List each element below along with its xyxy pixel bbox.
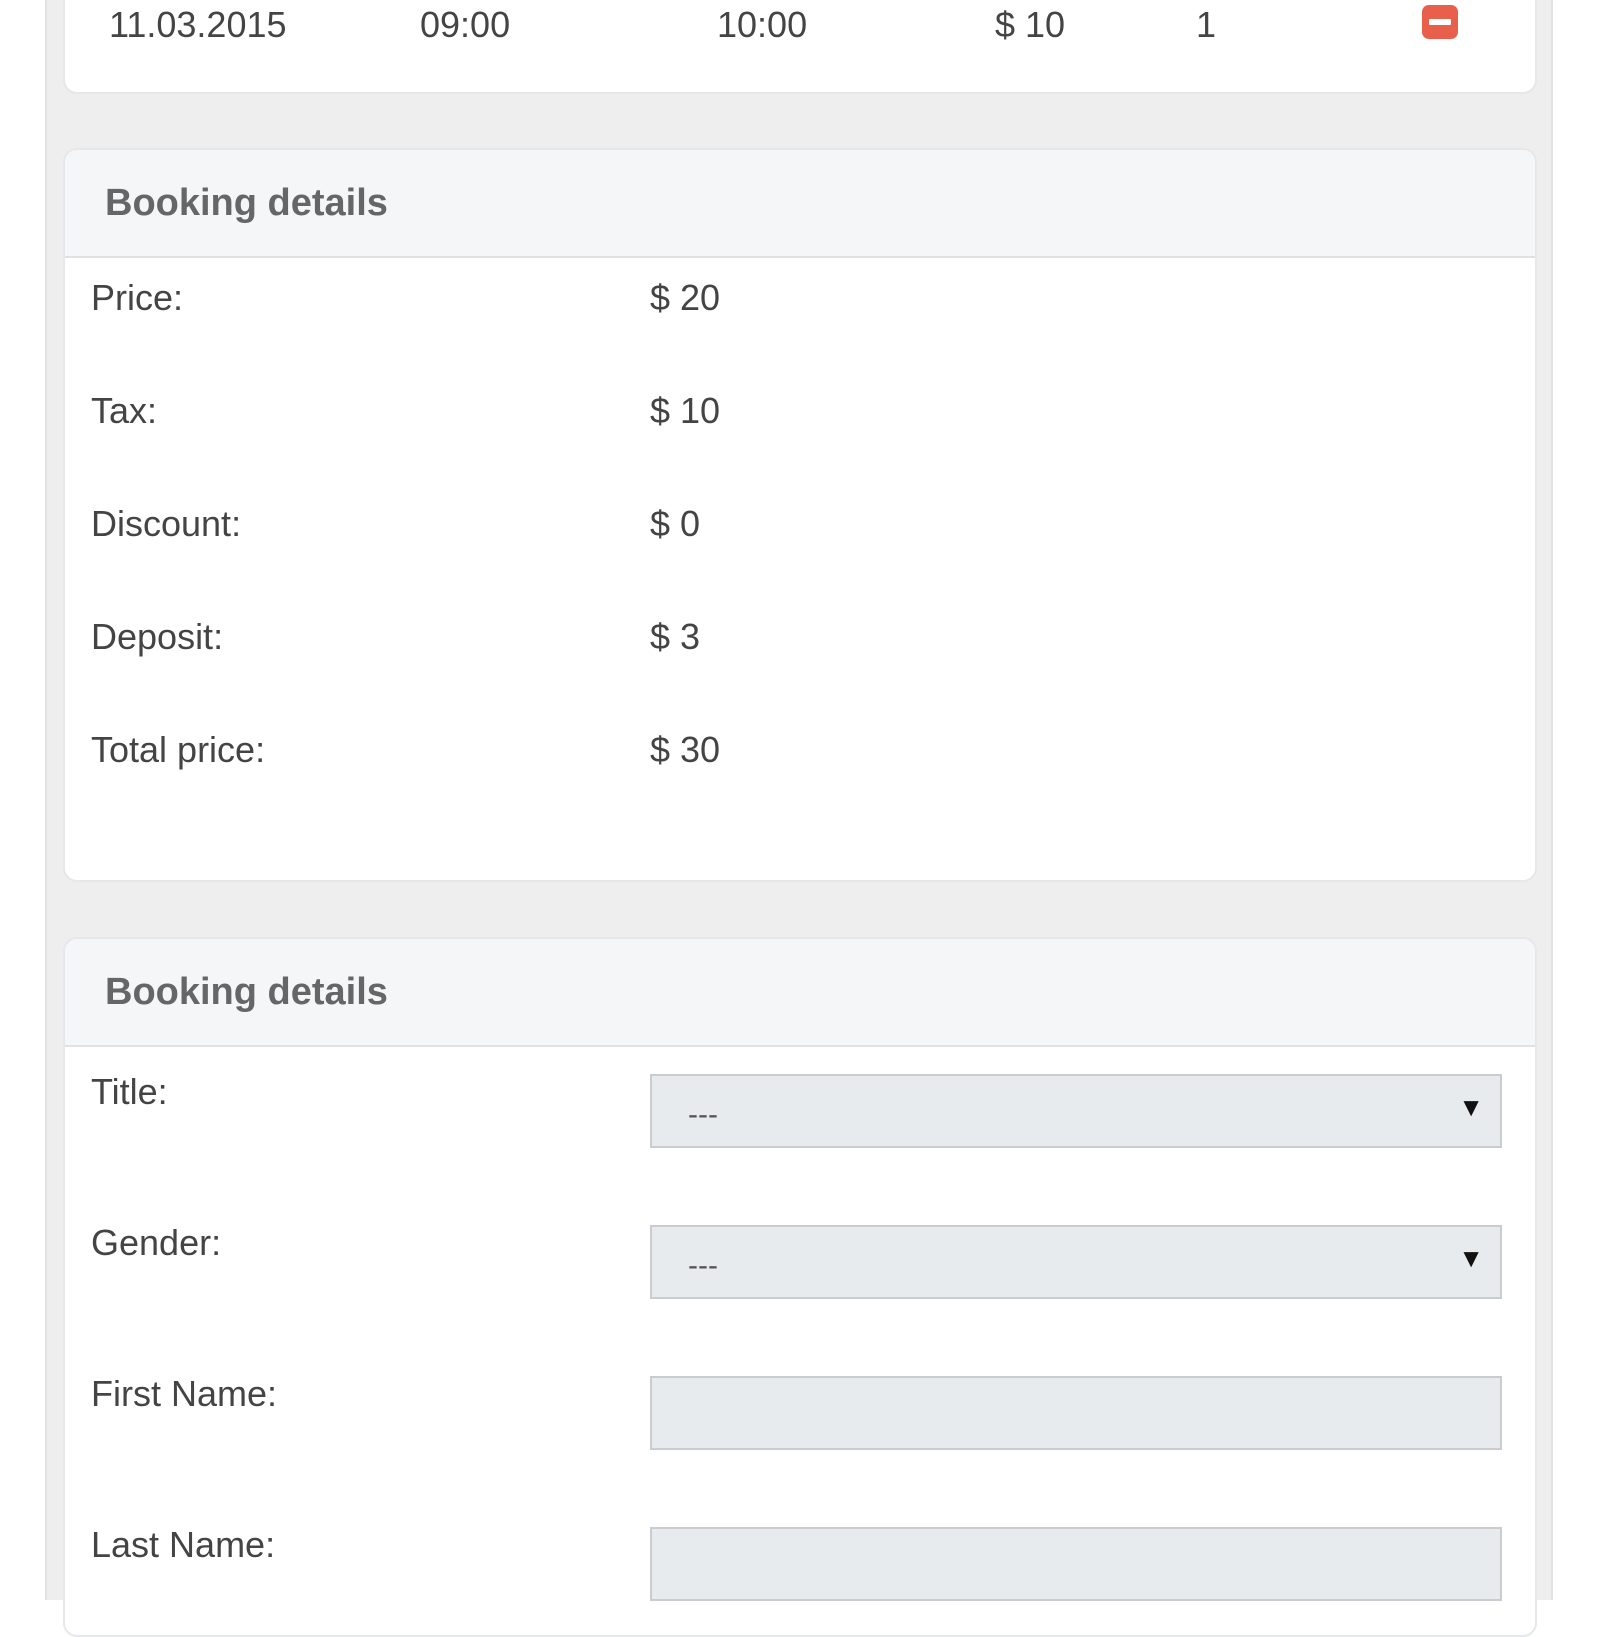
triangle-down-icon[interactable]: ▼ xyxy=(1458,1092,1484,1123)
title-select-value: --- xyxy=(688,1098,718,1131)
slot-price: $ 10 xyxy=(995,4,1066,45)
triangle-down-icon[interactable]: ▼ xyxy=(1458,1243,1484,1274)
slot-date: 11.03.2015 xyxy=(109,4,287,45)
minus-square-icon[interactable] xyxy=(1422,5,1458,39)
deposit-value: $ 3 xyxy=(650,616,701,657)
customer-details-card: Booking details Title: --- ▼ Gender: ---… xyxy=(63,937,1537,1637)
tax-label: Tax: xyxy=(91,390,158,431)
price-label: Price: xyxy=(91,277,184,318)
discount-value: $ 0 xyxy=(650,503,701,544)
deposit-label: Deposit: xyxy=(91,616,224,657)
tax-value: $ 10 xyxy=(650,390,721,431)
first-name-label: First Name: xyxy=(91,1373,278,1414)
price-value: $ 20 xyxy=(650,277,721,318)
slot-end-time: 10:00 xyxy=(717,4,808,45)
slot-quantity: 1 xyxy=(1196,4,1217,45)
discount-label: Discount: xyxy=(91,503,242,544)
gender-select[interactable]: --- ▼ xyxy=(650,1225,1502,1299)
title-select[interactable]: --- ▼ xyxy=(650,1074,1502,1148)
last-name-label: Last Name: xyxy=(91,1524,276,1565)
price-details-title: Booking details xyxy=(105,182,388,224)
gender-label: Gender: xyxy=(91,1222,222,1263)
title-label: Title: xyxy=(91,1071,168,1112)
first-name-input[interactable] xyxy=(650,1376,1502,1450)
gender-select-value: --- xyxy=(688,1249,718,1282)
total-price-value: $ 30 xyxy=(650,729,721,770)
time-slot-card: 11.03.2015 09:00 10:00 $ 10 1 xyxy=(63,0,1537,94)
customer-details-header: Booking details xyxy=(65,939,1535,1047)
price-details-header: Booking details xyxy=(65,150,1535,258)
total-price-label: Total price: xyxy=(91,729,266,770)
price-details-card: Booking details Price: $ 20 Tax: $ 10 Di… xyxy=(63,148,1537,882)
customer-details-title: Booking details xyxy=(105,971,388,1013)
last-name-input[interactable] xyxy=(650,1527,1502,1601)
booking-page: 11.03.2015 09:00 10:00 $ 10 1 Booking de… xyxy=(45,0,1553,1637)
slot-start-time: 09:00 xyxy=(420,4,511,45)
